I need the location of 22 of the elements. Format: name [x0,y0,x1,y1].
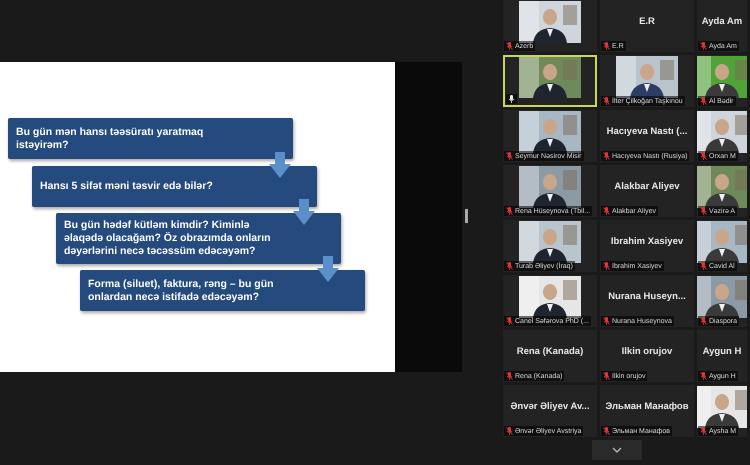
participant-name: Ibrahim Xasiyev [610,236,684,246]
slide-text-box: Hansı 5 sifət məni təsvir edə bilər? [32,166,317,207]
participant-name: Ilkin orujov [622,346,672,356]
chevron-down-icon [612,447,622,453]
down-arrow-icon [317,256,339,282]
participant-name: Ənvər Əliyev Av... [510,400,590,412]
participant-name: Ayda Am [702,16,742,26]
participant-name: Nurana Huseyn... [608,290,686,302]
participant-tile[interactable] [503,55,597,107]
participant-name: Hacıyeva Nastı (... [606,126,688,136]
more-participants-button[interactable] [592,440,642,460]
down-arrow-icon [293,199,315,225]
participant-name: E.R [639,16,655,26]
participant-name: Aygun H [702,346,742,356]
participant-name: Alakbar Aliyev [614,180,680,192]
slide-text-box: Bu gün mən hansı təəsüratı yaratmaq istəyirəm? [8,118,293,159]
resize-handle[interactable] [465,209,468,223]
down-arrow-icon [269,152,291,178]
participant-name: Эльман Манафов [605,400,689,412]
slide-text-box: Bu gün hədəf kütləm kimdir? Kiminlə əlaqədə olacağam? Öz obrazımda onların dəyərlərini necə təcəssüm edəcəyəm? [56,213,341,264]
slide-text-box: Forma (siluet), faktura, rəng – bu gün onlardan necə istifadə edəcəyəm? [80,270,365,311]
participant-name: Rena (Kanada) [516,346,584,356]
